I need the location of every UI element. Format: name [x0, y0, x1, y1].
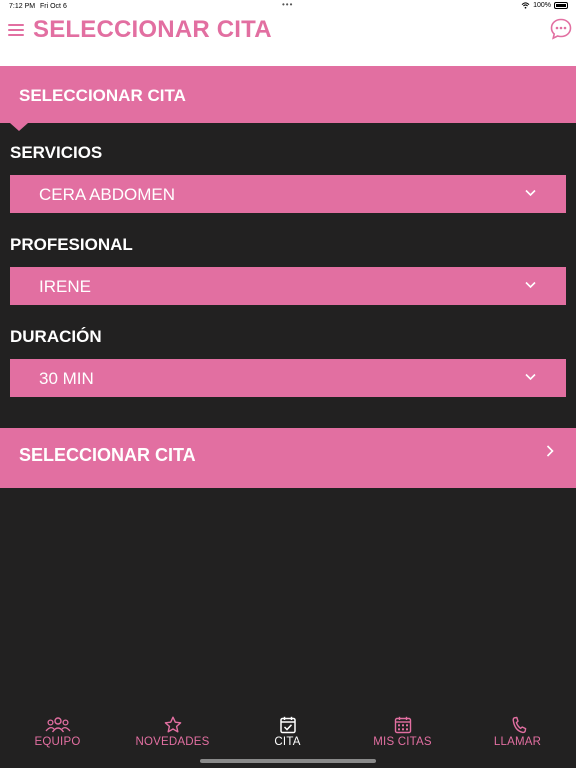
tab-cita[interactable]: CITA [230, 708, 345, 760]
star-icon [164, 716, 181, 733]
services-select[interactable]: CERA ABDOMEN [10, 175, 566, 213]
tab-label: EQUIPO [34, 736, 81, 748]
chat-bubble-icon[interactable] [549, 17, 573, 41]
calendar-grid-icon [394, 716, 411, 734]
tab-label: MIS CITAS [373, 736, 432, 748]
tab-novedades[interactable]: NOVEDADES [115, 708, 230, 760]
nav-bar: SELECCIONAR CITA [0, 14, 576, 66]
tab-mis-citas[interactable]: MIS CITAS [345, 708, 460, 760]
chevron-down-icon [525, 281, 536, 289]
duration-value: 30 MIN [39, 369, 94, 388]
professional-label: PROFESIONAL [10, 235, 133, 254]
tab-label: CITA [274, 736, 301, 748]
section-header-notch [10, 123, 28, 131]
wifi-icon [521, 2, 530, 9]
home-indicator [200, 759, 376, 763]
calendar-check-icon [279, 716, 296, 734]
chevron-down-icon [525, 189, 536, 197]
services-value: CERA ABDOMEN [39, 185, 176, 204]
status-bar: 7:12 PM Fri Oct 6 ••• 100% [0, 0, 576, 14]
multitasking-dots[interactable]: ••• [282, 0, 293, 9]
chevron-right-icon [546, 445, 554, 457]
select-appointment-button[interactable]: SELECCIONAR CITA [0, 428, 576, 488]
status-date: Fri Oct 6 [40, 3, 67, 10]
battery-percent: 100% [533, 2, 551, 9]
chevron-down-icon [525, 373, 536, 381]
tab-label: LLAMAR [493, 736, 542, 748]
page-title: SELECCIONAR CITA [33, 16, 272, 43]
duration-label: DURACIÓN [10, 327, 102, 346]
people-icon [44, 717, 71, 733]
professional-value: IRENE [39, 277, 91, 296]
status-indicators: 100% [521, 2, 568, 9]
status-time: 7:12 PM [9, 3, 36, 10]
tab-llamar[interactable]: LLAMAR [460, 708, 575, 760]
services-label: SERVICIOS [10, 143, 103, 162]
section-header: SELECCIONAR CITA [0, 66, 576, 123]
professional-select[interactable]: IRENE [10, 267, 566, 305]
duration-select[interactable]: 30 MIN [10, 359, 566, 397]
battery-icon [554, 2, 568, 9]
tab-equipo[interactable]: EQUIPO [0, 708, 115, 760]
hamburger-icon[interactable] [8, 24, 24, 38]
select-appointment-label: SELECCIONAR CITA [19, 445, 196, 465]
tab-label: NOVEDADES [135, 736, 210, 748]
phone-icon [512, 716, 526, 734]
section-title: SELECCIONAR CITA [19, 86, 186, 105]
